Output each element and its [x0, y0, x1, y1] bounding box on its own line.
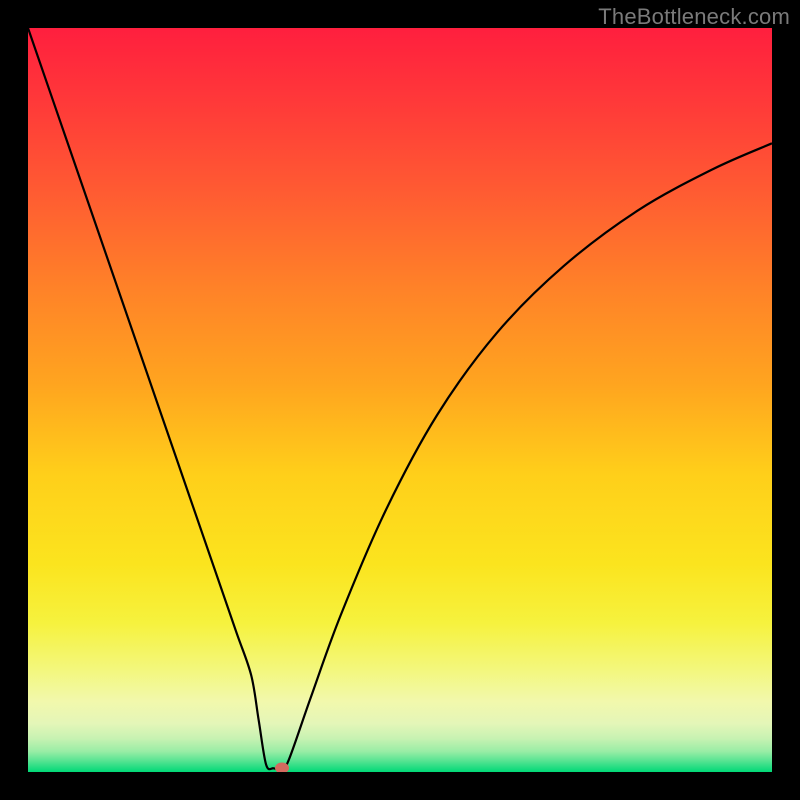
- optimum-marker: [275, 763, 289, 772]
- plot-area: [28, 28, 772, 772]
- chart-stage: TheBottleneck.com: [0, 0, 800, 800]
- bottleneck-curve: [28, 28, 772, 772]
- watermark-text: TheBottleneck.com: [598, 4, 790, 30]
